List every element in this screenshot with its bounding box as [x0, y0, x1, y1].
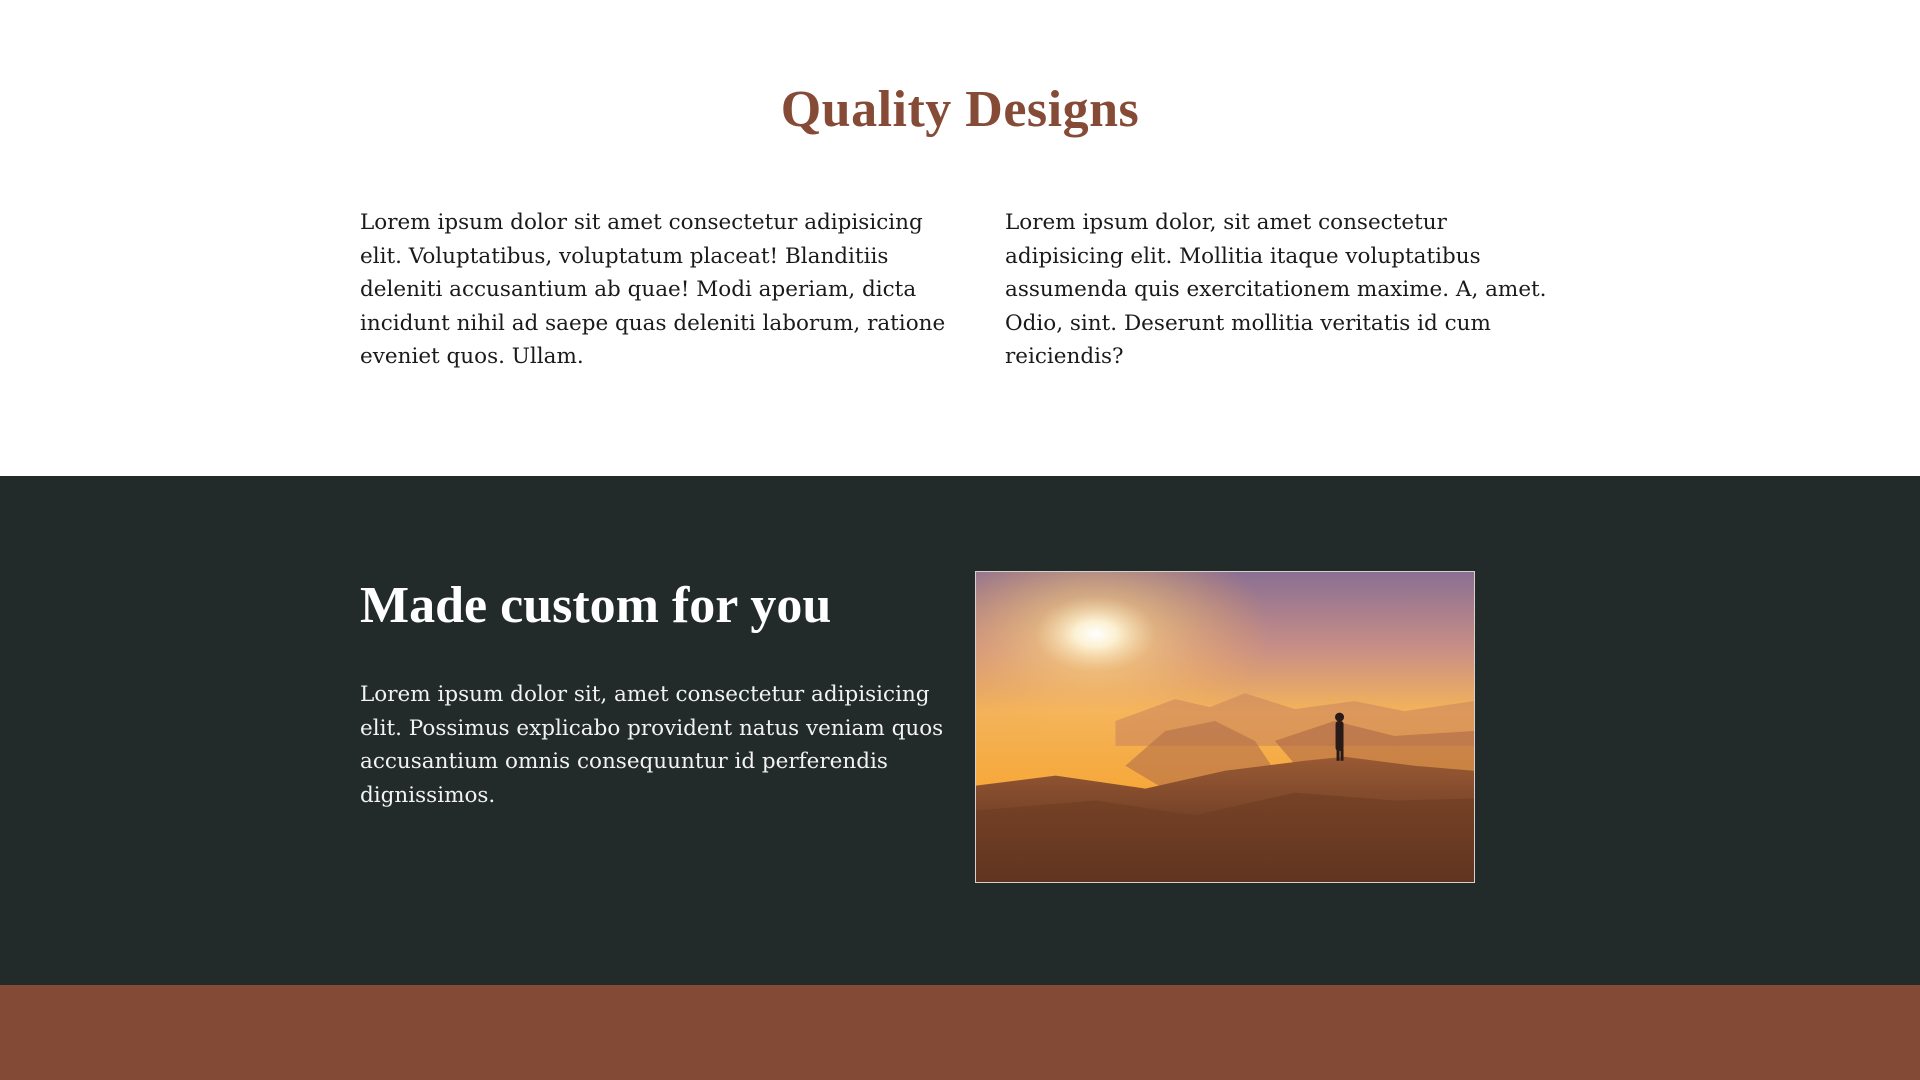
- custom-paragraph: Lorem ipsum dolor sit, amet consectetur …: [360, 682, 944, 808]
- quality-container: Quality Designs Lorem ipsum dolor sit am…: [360, 80, 1560, 374]
- footer-band: [0, 985, 1920, 1080]
- custom-title: Made custom for you: [360, 577, 832, 634]
- quality-paragraph-right: Lorem ipsum dolor, sit amet consectetur …: [1005, 210, 1547, 370]
- custom-text-block: Made custom for you Lorem ipsum dolor si…: [360, 571, 960, 883]
- quality-designs-section: Quality Designs Lorem ipsum dolor sit am…: [0, 0, 1920, 476]
- custom-container: Made custom for you Lorem ipsum dolor si…: [360, 571, 1560, 883]
- made-custom-section: Made custom for you Lorem ipsum dolor si…: [0, 476, 1920, 985]
- quality-paragraph-left: Lorem ipsum dolor sit amet consectetur a…: [360, 210, 946, 370]
- quality-title: Quality Designs: [780, 81, 1140, 138]
- quality-columns: Lorem ipsum dolor sit amet consectetur a…: [360, 206, 1560, 374]
- sunrise-mountain-photo: [975, 571, 1475, 883]
- sunrise-mountain-image: [976, 572, 1474, 882]
